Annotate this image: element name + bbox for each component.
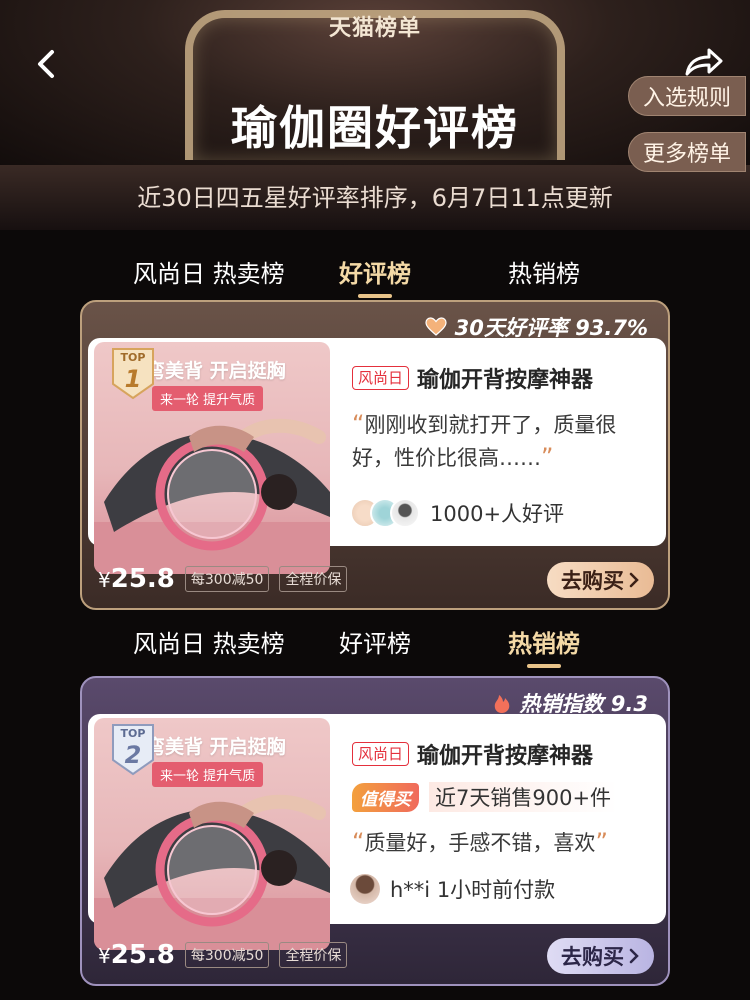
card-content: 弯美背 开启挺胸 来一轮 提升气质 TOP 2 风尚日 瑜伽开背按摩神器 值得买…: [88, 714, 666, 950]
brand-logo: 天猫榜单: [328, 16, 421, 41]
chevron-right-icon: [629, 572, 639, 588]
price: ¥25.8: [98, 564, 175, 594]
tab-fengshangri-hot[interactable]: 风尚日 热卖榜: [133, 624, 285, 659]
worth-buying-row: 值得买 近7天销售900+件: [352, 782, 618, 812]
buy-button[interactable]: 去购买: [547, 938, 654, 974]
price-symbol: ¥: [98, 944, 111, 968]
rank-badge-2: TOP 2: [110, 722, 156, 776]
review-text: 刚刚收到就打开了，质量很好，性价比很高……: [352, 413, 617, 470]
share-icon: [685, 48, 723, 76]
tab-underline: [358, 294, 392, 298]
review-quote: “刚刚收到就打开了，质量很好，性价比很高……”: [352, 408, 644, 474]
review-quote: “质量好，手感不错，喜欢”: [352, 826, 644, 859]
review-text: 质量好，手感不错，喜欢: [364, 831, 596, 855]
ranking-tabs-mid: 风尚日 热卖榜 好评榜 热销榜: [0, 624, 750, 674]
open-quote-icon: “: [352, 828, 365, 856]
review-count: 1000+人好评: [430, 502, 565, 526]
tab-label: 好评榜: [339, 260, 411, 288]
price-protect-chip: 全程价保: [279, 566, 348, 592]
image-subline: 来一轮 提升气质: [152, 386, 264, 411]
price-value: 25.8: [110, 940, 175, 970]
product-image[interactable]: 弯美背 开启挺胸 来一轮 提升气质 TOP 1: [94, 342, 330, 574]
product-name-row: 风尚日 瑜伽开背按摩神器: [352, 738, 593, 770]
rank-badge-1: TOP 1: [110, 346, 156, 400]
product-card-1[interactable]: 30天好评率 93.7% 弯美背 开启挺胸 来一轮 提升气质 TOP 1 风尚日…: [80, 300, 670, 610]
chevron-right-icon: [629, 948, 639, 964]
product-image[interactable]: 弯美背 开启挺胸 来一轮 提升气质 TOP 2: [94, 718, 330, 950]
open-quote-icon: “: [352, 410, 365, 438]
shop-tag: 风尚日: [352, 366, 410, 390]
avatar: [350, 874, 380, 904]
reviewer-avatars: 1000+人好评: [350, 498, 564, 528]
product-title[interactable]: 瑜伽开背按摩神器: [417, 738, 593, 770]
price-row: ¥25.8 每300减50 全程价保: [98, 564, 348, 594]
price-value: 25.8: [110, 564, 175, 594]
buyer-text: h**i 1小时前付款: [390, 878, 556, 902]
tab-good-reviews[interactable]: 好评榜: [339, 254, 411, 298]
rank-top-label: TOP: [120, 351, 146, 364]
price-row: ¥25.8 每300减50 全程价保: [98, 940, 348, 970]
rank-number: 2: [124, 741, 142, 769]
shop-tag: 风尚日: [352, 742, 410, 766]
image-subline: 来一轮 提升气质: [152, 762, 264, 787]
rules-button[interactable]: 入选规则: [628, 76, 747, 116]
price-symbol: ¥: [98, 568, 111, 592]
product-title[interactable]: 瑜伽开背按摩神器: [417, 362, 593, 394]
price: ¥25.8: [98, 940, 175, 970]
image-headline: 弯美背 开启挺胸: [146, 736, 286, 758]
buy-button[interactable]: 去购买: [547, 562, 654, 598]
header: 天猫榜单 瑜伽圈好评榜 近30日四五星好评率排序，6月7日11点更新 入选规则 …: [0, 0, 750, 230]
tab-best-sellers[interactable]: 热销榜: [508, 254, 580, 289]
tab-label: 热销榜: [508, 630, 580, 658]
page-subtitle: 近30日四五星好评率排序，6月7日11点更新: [137, 184, 613, 212]
back-button[interactable]: [32, 44, 58, 90]
ranking-tabs-top: 风尚日 热卖榜 好评榜 热销榜: [0, 254, 750, 304]
tab-fengshangri-hot[interactable]: 风尚日 热卖榜: [133, 254, 285, 289]
chevron-left-icon: [38, 50, 54, 78]
price-protect-chip: 全程价保: [279, 942, 348, 968]
rank-number: 1: [124, 365, 142, 393]
buy-label: 去购买: [561, 945, 624, 969]
tab-good-reviews[interactable]: 好评榜: [339, 624, 411, 659]
tab-best-sellers[interactable]: 热销榜: [508, 624, 580, 668]
product-card-2[interactable]: 热销指数 9.3 弯美背 开启挺胸 来一轮 提升气质 TOP 2 风尚日 瑜伽开…: [80, 676, 670, 986]
avatar: [390, 498, 420, 528]
flame-icon: [495, 695, 510, 713]
close-quote-icon: ”: [595, 828, 608, 856]
worth-buying-tag: 值得买: [352, 782, 419, 812]
card-content: 弯美背 开启挺胸 来一轮 提升气质 TOP 1 风尚日 瑜伽开背按摩神器 “刚刚…: [88, 338, 666, 574]
buy-label: 去购买: [561, 569, 624, 593]
product-name-row: 风尚日 瑜伽开背按摩神器: [352, 362, 593, 394]
image-headline: 弯美背 开启挺胸: [146, 360, 286, 382]
heart-icon: [425, 317, 447, 336]
close-quote-icon: ”: [541, 443, 554, 471]
promo-chip: 每300减50: [184, 942, 270, 968]
recent-buyer: h**i 1小时前付款: [350, 874, 555, 904]
rank-top-label: TOP: [120, 727, 146, 740]
tab-underline: [527, 664, 561, 668]
promo-chip: 每300减50: [184, 566, 270, 592]
share-button[interactable]: [683, 46, 725, 78]
page: 天猫榜单 瑜伽圈好评榜 近30日四五星好评率排序，6月7日11点更新 入选规则 …: [0, 0, 750, 1000]
weekly-sales: 近7天销售900+件: [429, 782, 618, 812]
more-lists-button[interactable]: 更多榜单: [628, 132, 747, 172]
